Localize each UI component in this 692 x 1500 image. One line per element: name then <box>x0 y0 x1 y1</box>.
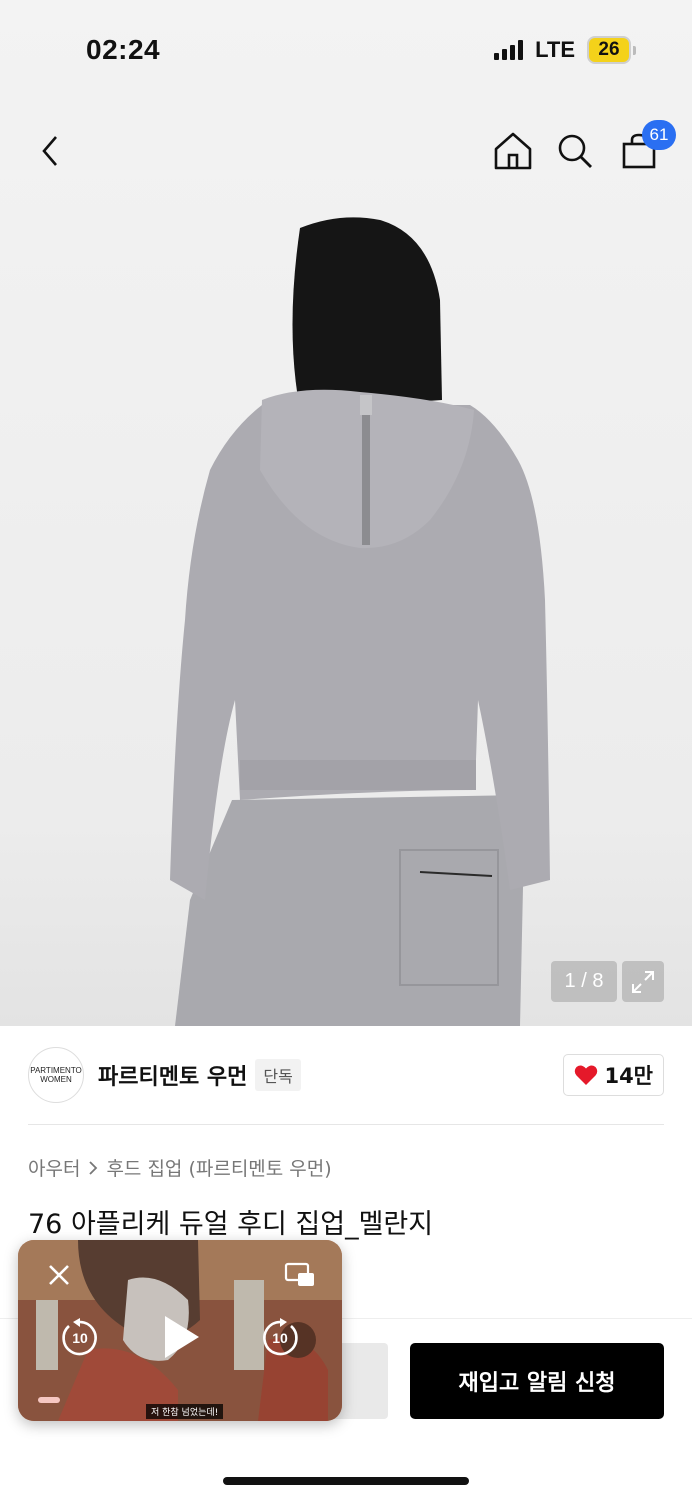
forward-10-button[interactable]: 10 <box>258 1316 302 1360</box>
rewind-10-button[interactable]: 10 <box>58 1316 102 1360</box>
signal-icon <box>494 40 524 60</box>
picture-in-picture-icon <box>284 1262 314 1286</box>
chevron-right-icon <box>89 1160 98 1175</box>
pip-controls: 10 10 저 한참 넘었는데! <box>18 1240 342 1421</box>
status-bar: 02:24 LTE 26 <box>0 0 692 100</box>
brand-logo-line1: PARTIMENTO <box>30 1066 82 1075</box>
brand-row: PARTIMENTO WOMEN 파르티멘토 우먼 단독 14만 <box>28 1046 664 1104</box>
network-type: LTE <box>535 37 575 62</box>
divider <box>28 1124 664 1125</box>
brand-logo-line2: WOMEN <box>40 1075 72 1084</box>
pip-toggle-button[interactable] <box>282 1260 318 1290</box>
restock-alert-button[interactable]: 재입고 알림 신청 <box>410 1343 664 1419</box>
close-button[interactable] <box>44 1260 74 1290</box>
play-icon <box>165 1316 199 1358</box>
breadcrumb: 아우터 후드 집업 (파르티멘토 우먼) <box>28 1154 332 1181</box>
cart-count-badge: 61 <box>642 120 676 150</box>
like-count: 14만 <box>604 1064 653 1088</box>
close-icon <box>49 1265 69 1285</box>
like-button[interactable]: 14만 <box>563 1054 664 1096</box>
chevron-left-icon <box>42 136 57 166</box>
pip-video-player[interactable]: 10 10 저 한참 넘었는데! <box>18 1240 342 1421</box>
forward-label: 10 <box>272 1330 288 1346</box>
search-button[interactable] <box>550 126 600 176</box>
play-button[interactable] <box>158 1312 204 1362</box>
breadcrumb-category[interactable]: 아우터 <box>28 1154 80 1181</box>
back-button[interactable] <box>26 126 76 176</box>
battery-icon: 26 <box>587 36 636 64</box>
home-indicator[interactable] <box>223 1477 469 1485</box>
breadcrumb-subcategory[interactable]: 후드 집업 (파르티멘토 우먼) <box>106 1154 331 1181</box>
heart-icon <box>575 1065 598 1085</box>
home-button[interactable] <box>488 126 538 176</box>
cart-button[interactable]: 61 <box>614 120 676 176</box>
top-navigation: 61 <box>0 118 692 184</box>
status-indicators: LTE 26 <box>494 36 636 64</box>
clock: 02:24 <box>86 34 161 65</box>
home-icon <box>494 132 532 170</box>
video-progress-bar[interactable] <box>38 1397 60 1403</box>
product-title: 76 아플리케 듀얼 후디 집업_멜란지 <box>28 1209 434 1240</box>
search-icon <box>558 134 592 168</box>
expand-icon <box>632 970 654 993</box>
brand-logo[interactable]: PARTIMENTO WOMEN <box>28 1047 84 1103</box>
image-counter: 1 / 8 <box>551 961 617 1002</box>
rewind-label: 10 <box>72 1330 88 1346</box>
expand-button[interactable] <box>622 961 664 1002</box>
exclusive-badge: 단독 <box>255 1059 301 1091</box>
video-subtitle: 저 한참 넘었는데! <box>146 1404 224 1419</box>
battery-level: 26 <box>587 36 631 64</box>
brand-name[interactable]: 파르티멘토 우먼 <box>98 1059 247 1091</box>
